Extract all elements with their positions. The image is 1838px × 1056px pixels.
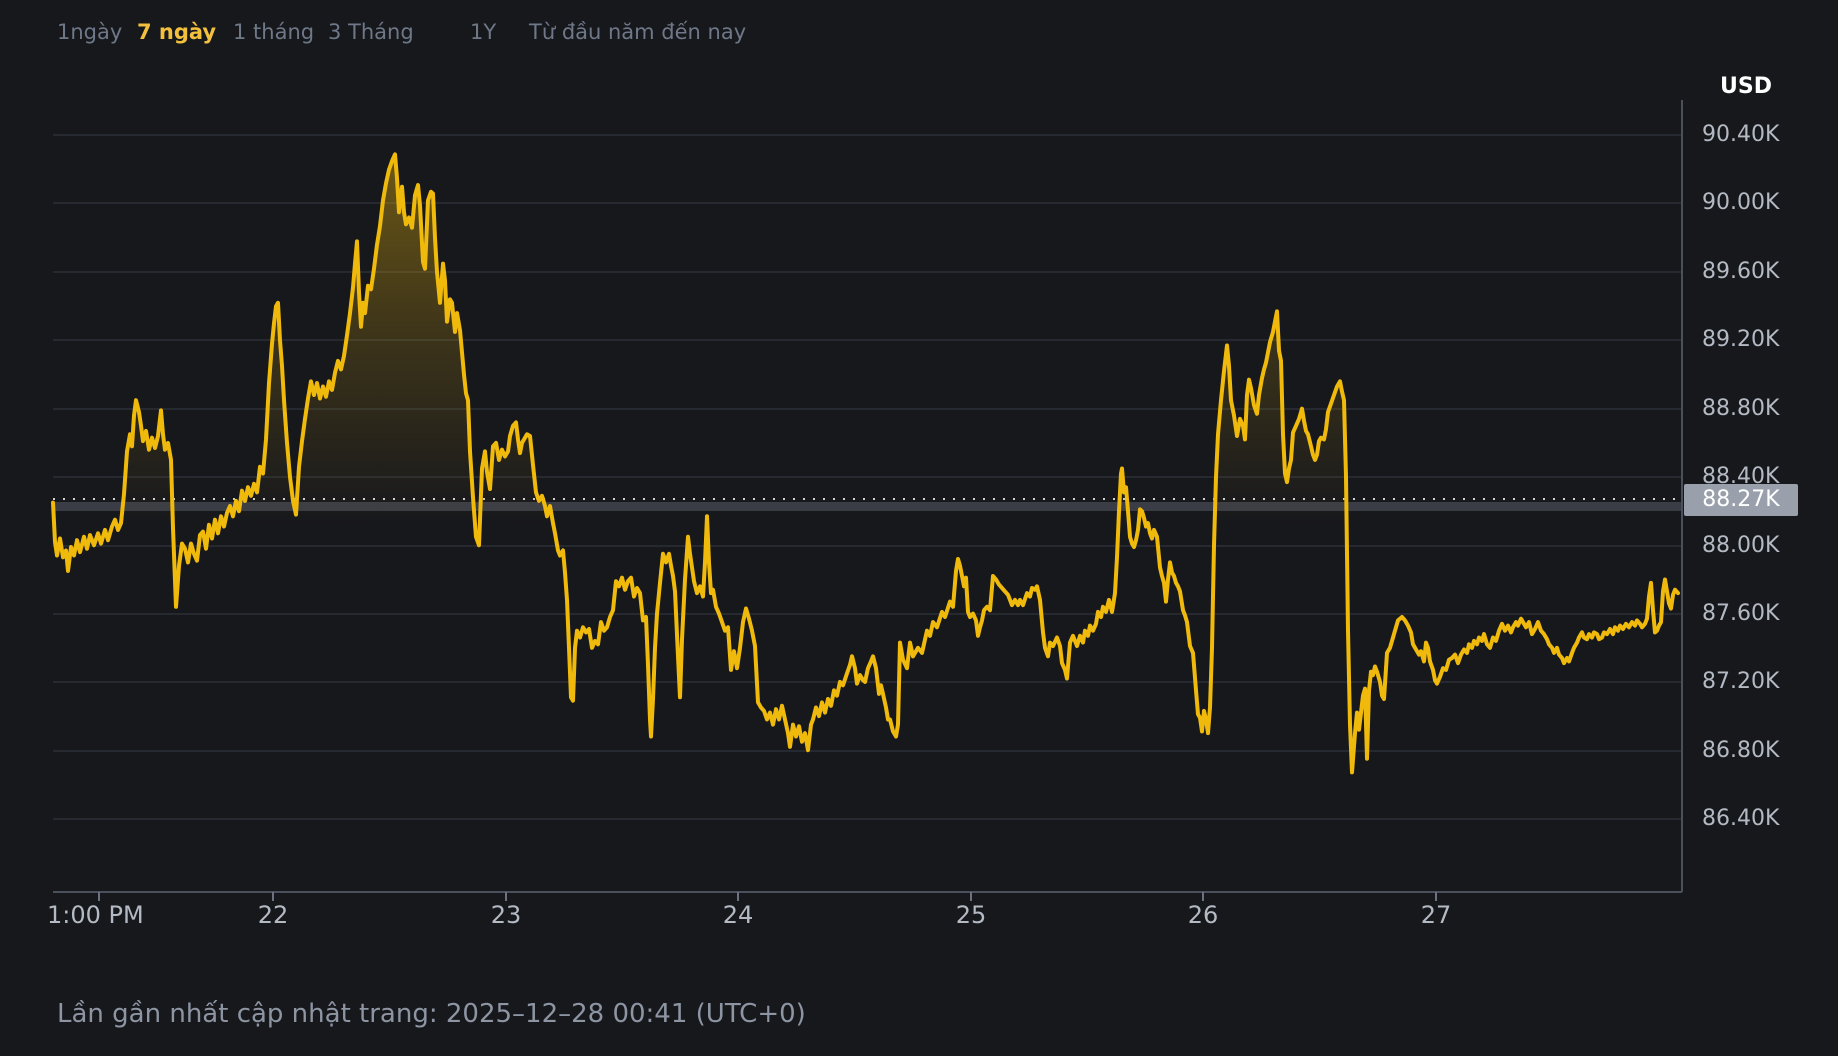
y-axis-label: 88.80K	[1702, 396, 1779, 422]
time-range-tab-1[interactable]: 1ngày	[57, 20, 122, 44]
x-axis-label: 26	[1188, 901, 1219, 929]
y-axis-label: 87.20K	[1702, 669, 1779, 695]
time-range-tab-2[interactable]: 7 ngày	[137, 20, 216, 44]
chart-plot-area[interactable]	[53, 100, 1682, 892]
x-axis-label: 24	[723, 901, 754, 929]
x-axis-label: 1:00 PM	[47, 901, 144, 929]
y-axis-label: 90.40K	[1702, 122, 1779, 148]
price-chart-screen: 1ngày 7 ngày 1 tháng 3 Tháng 1Y Từ đầu năm đế…	[0, 0, 1838, 1056]
time-range-tab-5[interactable]: 1Y	[470, 20, 496, 44]
time-range-tab-6[interactable]: Từ đầu năm đến nay	[529, 20, 746, 44]
y-axis-label: 86.40K	[1702, 806, 1779, 832]
time-range-selector: 1ngày 7 ngày 1 tháng 3 Tháng 1Y Từ đầu năm đế…	[0, 20, 1838, 48]
y-axis-label: 89.60K	[1702, 259, 1779, 285]
time-range-tab-3[interactable]: 1 tháng	[233, 20, 314, 44]
last-updated-text: Lần gần nhất cập nhật trang: 2025–12–28 …	[57, 999, 806, 1029]
y-axis-label: 86.80K	[1702, 738, 1779, 764]
y-axis-label: 88.00K	[1702, 533, 1779, 559]
x-axis-label: 27	[1421, 901, 1452, 929]
y-axis-label: 89.20K	[1702, 327, 1779, 353]
y-axis-label: 87.60K	[1702, 601, 1779, 627]
time-range-tab-4[interactable]: 3 Tháng	[328, 20, 414, 44]
x-axis-label: 22	[258, 901, 289, 929]
y-axis-label: 90.00K	[1702, 190, 1779, 216]
x-axis-label: 25	[956, 901, 987, 929]
baseline-price-chip: 88.27K	[1684, 484, 1798, 516]
x-axis-label: 23	[491, 901, 522, 929]
currency-axis-title: USD	[1720, 74, 1772, 99]
